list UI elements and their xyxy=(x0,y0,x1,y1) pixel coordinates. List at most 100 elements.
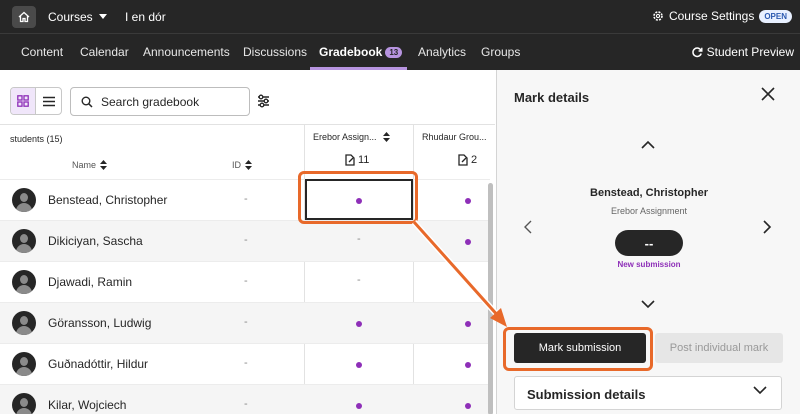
rhudaur-column-header[interactable]: Rhudaur Grou... xyxy=(422,132,487,142)
student-preview-button[interactable]: Student Preview xyxy=(691,45,794,59)
course-settings-button[interactable]: Course Settings OPEN xyxy=(652,9,792,23)
course-name: I en dór xyxy=(125,10,166,24)
table-row: Guðnadóttir, Hildur - xyxy=(0,343,490,384)
table-row: Göransson, Ludwig - xyxy=(0,302,490,343)
gear-icon xyxy=(653,11,663,21)
students-count: students (15) xyxy=(10,134,63,144)
top-bar: Courses I en dór Course Settings OPEN xyxy=(0,0,800,33)
tab-gradebook-label: Gradebook xyxy=(319,45,383,59)
erebor-column-title: Erebor Assign... xyxy=(313,132,377,142)
document-icon xyxy=(458,154,468,166)
sort-icon xyxy=(245,160,252,170)
grade-cell[interactable]: - xyxy=(357,233,361,245)
search-box xyxy=(70,87,250,116)
student-preview-label: Student Preview xyxy=(706,45,794,59)
student-id: - xyxy=(244,398,248,410)
submission-dot[interactable] xyxy=(465,239,471,245)
search-icon xyxy=(81,96,93,108)
student-id: - xyxy=(244,357,248,369)
avatar xyxy=(12,393,36,414)
courses-label: Courses xyxy=(48,10,93,24)
refresh-icon xyxy=(691,47,703,58)
close-icon[interactable] xyxy=(761,87,775,101)
name-header-label: Name xyxy=(72,160,97,170)
chevron-right-icon[interactable] xyxy=(763,220,772,234)
panel-student-name: Benstead, Christopher xyxy=(590,187,708,199)
search-input[interactable] xyxy=(101,94,241,109)
highlight-selected-cell xyxy=(298,171,418,224)
caret-down-icon xyxy=(98,14,107,19)
home-icon xyxy=(18,11,30,23)
tab-analytics[interactable]: Analytics xyxy=(418,45,466,59)
student-name[interactable]: Guðnadóttir, Hildur xyxy=(48,357,148,371)
submission-dot[interactable] xyxy=(465,362,471,368)
table-row: Dikiciyan, Sascha - - xyxy=(0,220,490,261)
name-column-header[interactable]: Name xyxy=(72,160,108,170)
grid-scrollbar[interactable] xyxy=(488,183,493,414)
erebor-column-header[interactable]: Erebor Assign... xyxy=(313,132,390,142)
student-id: - xyxy=(244,316,248,328)
submission-details-accordion[interactable]: Submission details xyxy=(514,376,782,410)
chevron-left-icon[interactable] xyxy=(523,220,532,234)
panel-title: Mark details xyxy=(514,90,590,105)
submission-dot[interactable] xyxy=(356,362,362,368)
avatar xyxy=(12,352,36,376)
list-icon xyxy=(42,96,55,106)
highlight-mark-submission xyxy=(503,327,653,371)
submission-dot[interactable] xyxy=(465,321,471,327)
tab-content[interactable]: Content xyxy=(21,45,63,59)
course-settings-label: Course Settings xyxy=(668,9,755,23)
post-individual-mark-button[interactable]: Post individual mark xyxy=(655,333,783,363)
submission-details-label: Submission details xyxy=(527,387,646,402)
open-badge: OPEN xyxy=(759,9,792,23)
student-id: - xyxy=(244,193,248,205)
submission-dot[interactable] xyxy=(356,403,362,409)
filter-sliders-icon xyxy=(258,94,269,108)
home-button[interactable] xyxy=(12,6,36,28)
chevron-down-icon xyxy=(753,386,767,395)
student-name[interactable]: Dikiciyan, Sascha xyxy=(48,234,143,248)
sort-icon xyxy=(100,160,108,170)
grade-cell[interactable]: - xyxy=(357,274,361,286)
rhudaur-submission-count: 2 xyxy=(458,154,477,166)
student-name[interactable]: Kilar, Wojciech xyxy=(48,398,126,412)
avatar xyxy=(12,188,36,212)
submission-dot[interactable] xyxy=(465,403,471,409)
chevron-down-icon[interactable] xyxy=(641,300,655,309)
tab-calendar[interactable]: Calendar xyxy=(80,45,129,59)
tab-discussions[interactable]: Discussions xyxy=(243,45,307,59)
filter-button[interactable] xyxy=(257,93,270,114)
submission-dot[interactable] xyxy=(465,198,471,204)
avatar xyxy=(12,229,36,253)
avatar xyxy=(12,311,36,335)
student-name[interactable]: Benstead, Christopher xyxy=(48,193,167,207)
grid-view-button[interactable] xyxy=(11,88,37,114)
table-row: Djawadi, Ramin - - xyxy=(0,261,490,302)
student-name[interactable]: Göransson, Ludwig xyxy=(48,316,151,330)
sort-icon xyxy=(382,132,390,142)
erebor-count-value: 11 xyxy=(358,154,370,166)
list-view-button[interactable] xyxy=(36,88,61,114)
submission-dot[interactable] xyxy=(356,321,362,327)
avatar xyxy=(12,270,36,294)
grid-icon xyxy=(17,95,29,107)
table-row: Kilar, Wojciech - xyxy=(0,384,490,414)
rhudaur-column-title: Rhudaur Grou... xyxy=(422,132,487,142)
gradebook-count-badge: 13 xyxy=(385,47,403,58)
id-header-label: ID xyxy=(232,160,241,170)
active-tab-indicator xyxy=(310,67,407,70)
panel-assignment-name: Erebor Assignment xyxy=(610,206,688,216)
chevron-up-icon[interactable] xyxy=(641,140,655,149)
erebor-submission-count: 11 xyxy=(345,154,369,166)
student-id: - xyxy=(244,234,248,246)
tab-gradebook[interactable]: Gradebook 13 xyxy=(319,45,403,59)
grade-pill[interactable]: -- xyxy=(615,230,683,256)
rhudaur-count-value: 2 xyxy=(471,154,478,166)
tab-announcements[interactable]: Announcements xyxy=(143,45,230,59)
courses-menu[interactable]: Courses xyxy=(48,10,107,24)
document-icon xyxy=(345,154,355,166)
id-column-header[interactable]: ID xyxy=(232,160,252,170)
gradebook-grid: students (15) Name ID Erebor Assign... 1… xyxy=(0,124,495,414)
student-name[interactable]: Djawadi, Ramin xyxy=(48,275,132,289)
tab-groups[interactable]: Groups xyxy=(481,45,520,59)
